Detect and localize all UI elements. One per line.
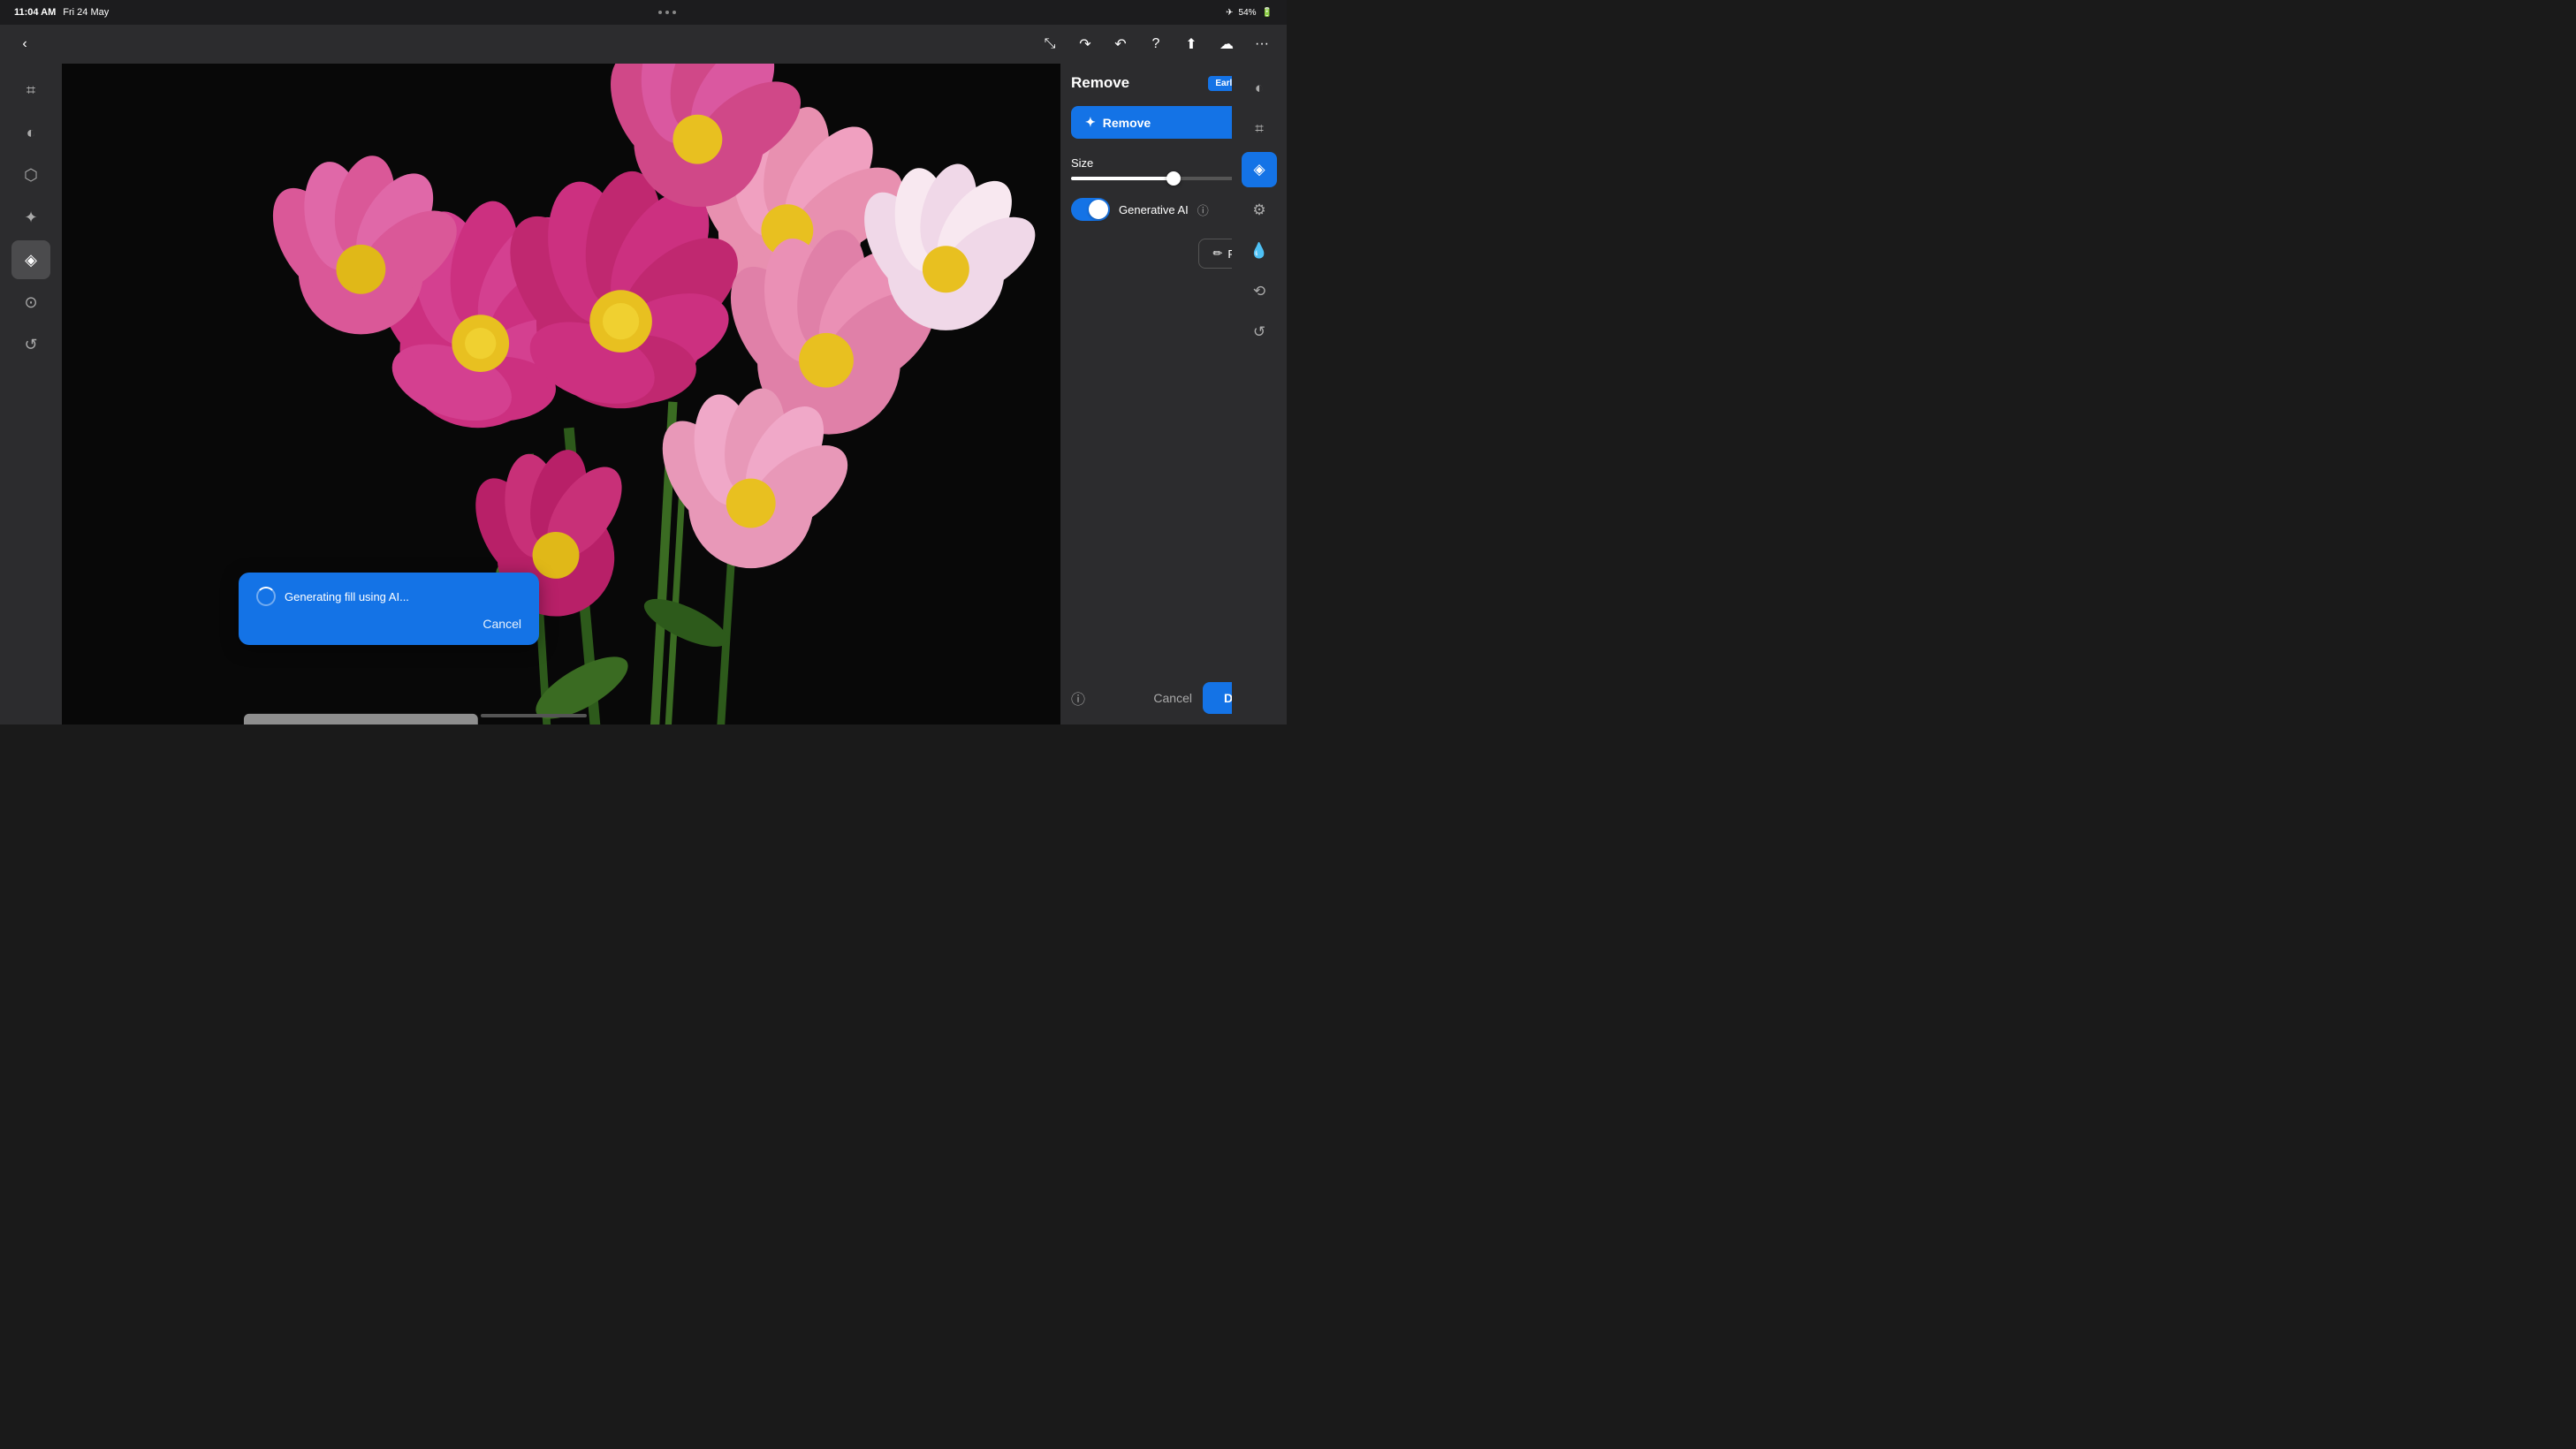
loading-spinner [256,587,276,606]
heal-tool[interactable]: ✦ [11,198,50,237]
history-right-tool[interactable]: ↺ [1242,315,1277,350]
panel-cancel-button[interactable]: Cancel [1143,684,1203,712]
generative-ai-toggle[interactable] [1071,198,1110,221]
slider-fill [1071,177,1174,180]
toggle-knob [1089,200,1108,219]
filter-tool[interactable]: ⬡ [11,156,50,194]
ai-generating-toast: Generating fill using AI... Cancel [239,573,539,645]
redeye-tool[interactable]: ⊙ [11,283,50,322]
left-toolbar: ⌗ ◐ ⬡ ✦ ◈ ⊙ ↺ [0,64,62,724]
expand-button[interactable]: ⤡ [1036,30,1064,58]
battery-icon: 🔋 [1262,8,1273,18]
toolbar-left: ‹ [11,30,39,58]
info-icon[interactable]: ⓘ [1197,201,1209,218]
status-bar: 11:04 AM Fri 24 May ✈ 54% 🔋 [0,0,1287,25]
adjust-tool[interactable]: ◐ [11,113,50,152]
share-button[interactable]: ⬆ [1177,30,1205,58]
crop-right-tool[interactable]: ⌗ [1242,111,1277,147]
canvas-area[interactable]: B&B Generating fill using AI... Cancel [62,64,1232,724]
undo-button[interactable]: ↶ [1106,30,1135,58]
back-button[interactable]: ‹ [11,30,39,58]
status-bar-right: ✈ 54% 🔋 [1226,8,1273,18]
bottom-info-icon[interactable]: ⓘ [1071,687,1085,709]
status-bar-left: 11:04 AM Fri 24 May [14,7,109,18]
remove-tool[interactable]: ◈ [11,240,50,279]
history-tool[interactable]: ↺ [11,325,50,364]
more-button[interactable]: ··· [1248,30,1276,58]
dot2 [665,11,669,14]
detail-tool[interactable]: ⚙ [1242,193,1277,228]
redo-button[interactable]: ↷ [1071,30,1099,58]
remove-icon: ✦ [1085,115,1096,130]
status-bar-center [658,11,676,14]
bottom-indicator [481,714,587,717]
dot3 [672,11,676,14]
far-right-toolbar: ◐ ⌗ ◈ ⚙ 💧 ⟲ ↺ [1232,64,1287,724]
generative-ai-label: Generative AI [1119,203,1189,216]
remove-button-label: Remove [1103,116,1151,130]
toast-content: Generating fill using AI... [256,587,521,606]
bottom-bar [62,707,1006,724]
slider-thumb[interactable] [1166,171,1181,186]
refine-icon: ✏ [1213,247,1223,261]
color-tool[interactable]: 💧 [1242,233,1277,269]
size-label: Size [1071,156,1093,170]
top-toolbar: ‹ ⤡ ↷ ↶ ? ⬆ ☁ ··· [0,25,1287,64]
toast-cancel-button[interactable]: Cancel [256,617,521,631]
status-time: 11:04 AM [14,7,56,18]
cloud-button[interactable]: ☁ [1212,30,1241,58]
adjustments-tool[interactable]: ◐ [1242,71,1277,106]
airplane-icon: ✈ [1226,8,1233,18]
crop-tool[interactable]: ⌗ [11,71,50,110]
photo-canvas[interactable]: B&B Generating fill using AI... Cancel [62,64,1232,724]
dot1 [658,11,662,14]
curves-tool[interactable]: ⟲ [1242,274,1277,309]
panel-title: Remove [1071,74,1129,92]
battery-indicator: 54% [1239,8,1257,18]
generating-text: Generating fill using AI... [285,590,409,603]
main-area: ⌗ ◐ ⬡ ✦ ◈ ⊙ ↺ [0,64,1232,724]
status-date: Fri 24 May [63,7,109,18]
help-button[interactable]: ? [1142,30,1170,58]
heal-right-tool[interactable]: ◈ [1242,152,1277,187]
toolbar-right: ⤡ ↷ ↶ ? ⬆ ☁ ··· [1036,30,1276,58]
